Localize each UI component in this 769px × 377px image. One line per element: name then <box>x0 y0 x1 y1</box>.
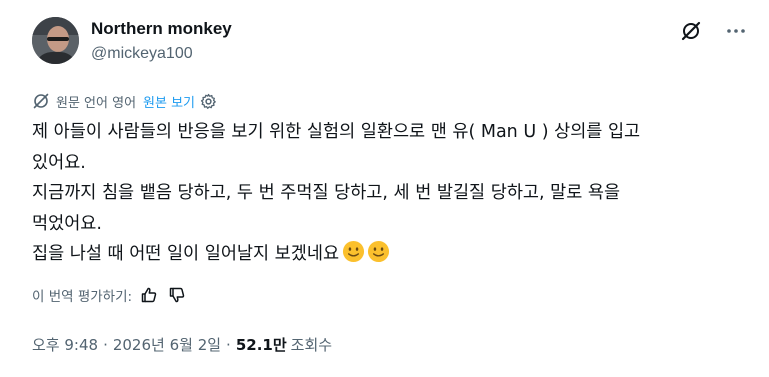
post-line: 있어요. <box>32 152 86 173</box>
post-meta: 오후 9:48 · 2026년 6월 2일 · 52.1만 조회수 <box>32 334 332 355</box>
post-time[interactable]: 오후 9:48 <box>32 334 98 355</box>
show-original-link[interactable]: 원본 보기 <box>143 92 195 111</box>
post-line: 제 아들이 사람들의 반응을 보기 위한 실험의 일환으로 맨 유( Man U… <box>32 122 641 142</box>
thumbs-down-icon[interactable] <box>166 284 188 306</box>
post-line: 먹었어요. <box>32 213 102 234</box>
more-icon <box>727 29 745 33</box>
more-options-button[interactable] <box>722 17 750 45</box>
rate-translation-label: 이 번역 평가하기: <box>32 289 133 305</box>
author-handle[interactable]: @mickeya100 <box>91 45 193 63</box>
gear-icon[interactable] <box>200 93 217 110</box>
grok-button[interactable] <box>677 17 705 45</box>
meta-separator: · <box>226 335 231 354</box>
slashed-circle-icon <box>681 21 701 41</box>
slightly-smiling-face-emoji <box>343 240 365 263</box>
views-count[interactable]: 52.1만 <box>236 334 287 355</box>
translate-icon <box>32 92 50 110</box>
post-line-text: 집을 나설 때 어떤 일이 일어날지 보겠네요 <box>32 244 340 264</box>
meta-separator: · <box>103 335 108 354</box>
author-display-name[interactable]: Northern monkey <box>91 19 232 39</box>
slightly-smiling-face-emoji <box>368 240 390 263</box>
post-text: 제 아들이 사람들의 반응을 보기 위한 실험의 일환으로 맨 유( Man U… <box>32 117 752 270</box>
avatar[interactable] <box>32 17 79 64</box>
translation-source-label: 원문 언어 영어 <box>56 95 137 111</box>
translation-bar: 원문 언어 영어 원본 보기 <box>32 90 217 112</box>
post-line: 지금까지 침을 뱉음 당하고, 두 번 주먹질 당하고, 세 번 발길질 당하고… <box>32 183 621 203</box>
post-last-line: 집을 나설 때 어떤 일이 일어날지 보겠네요 <box>32 239 752 270</box>
post-date[interactable]: 2026년 6월 2일 <box>113 334 221 355</box>
views-label: 조회수 <box>290 336 333 354</box>
thumbs-up-icon[interactable] <box>138 284 160 306</box>
rate-translation-bar: 이 번역 평가하기: <box>32 283 188 307</box>
